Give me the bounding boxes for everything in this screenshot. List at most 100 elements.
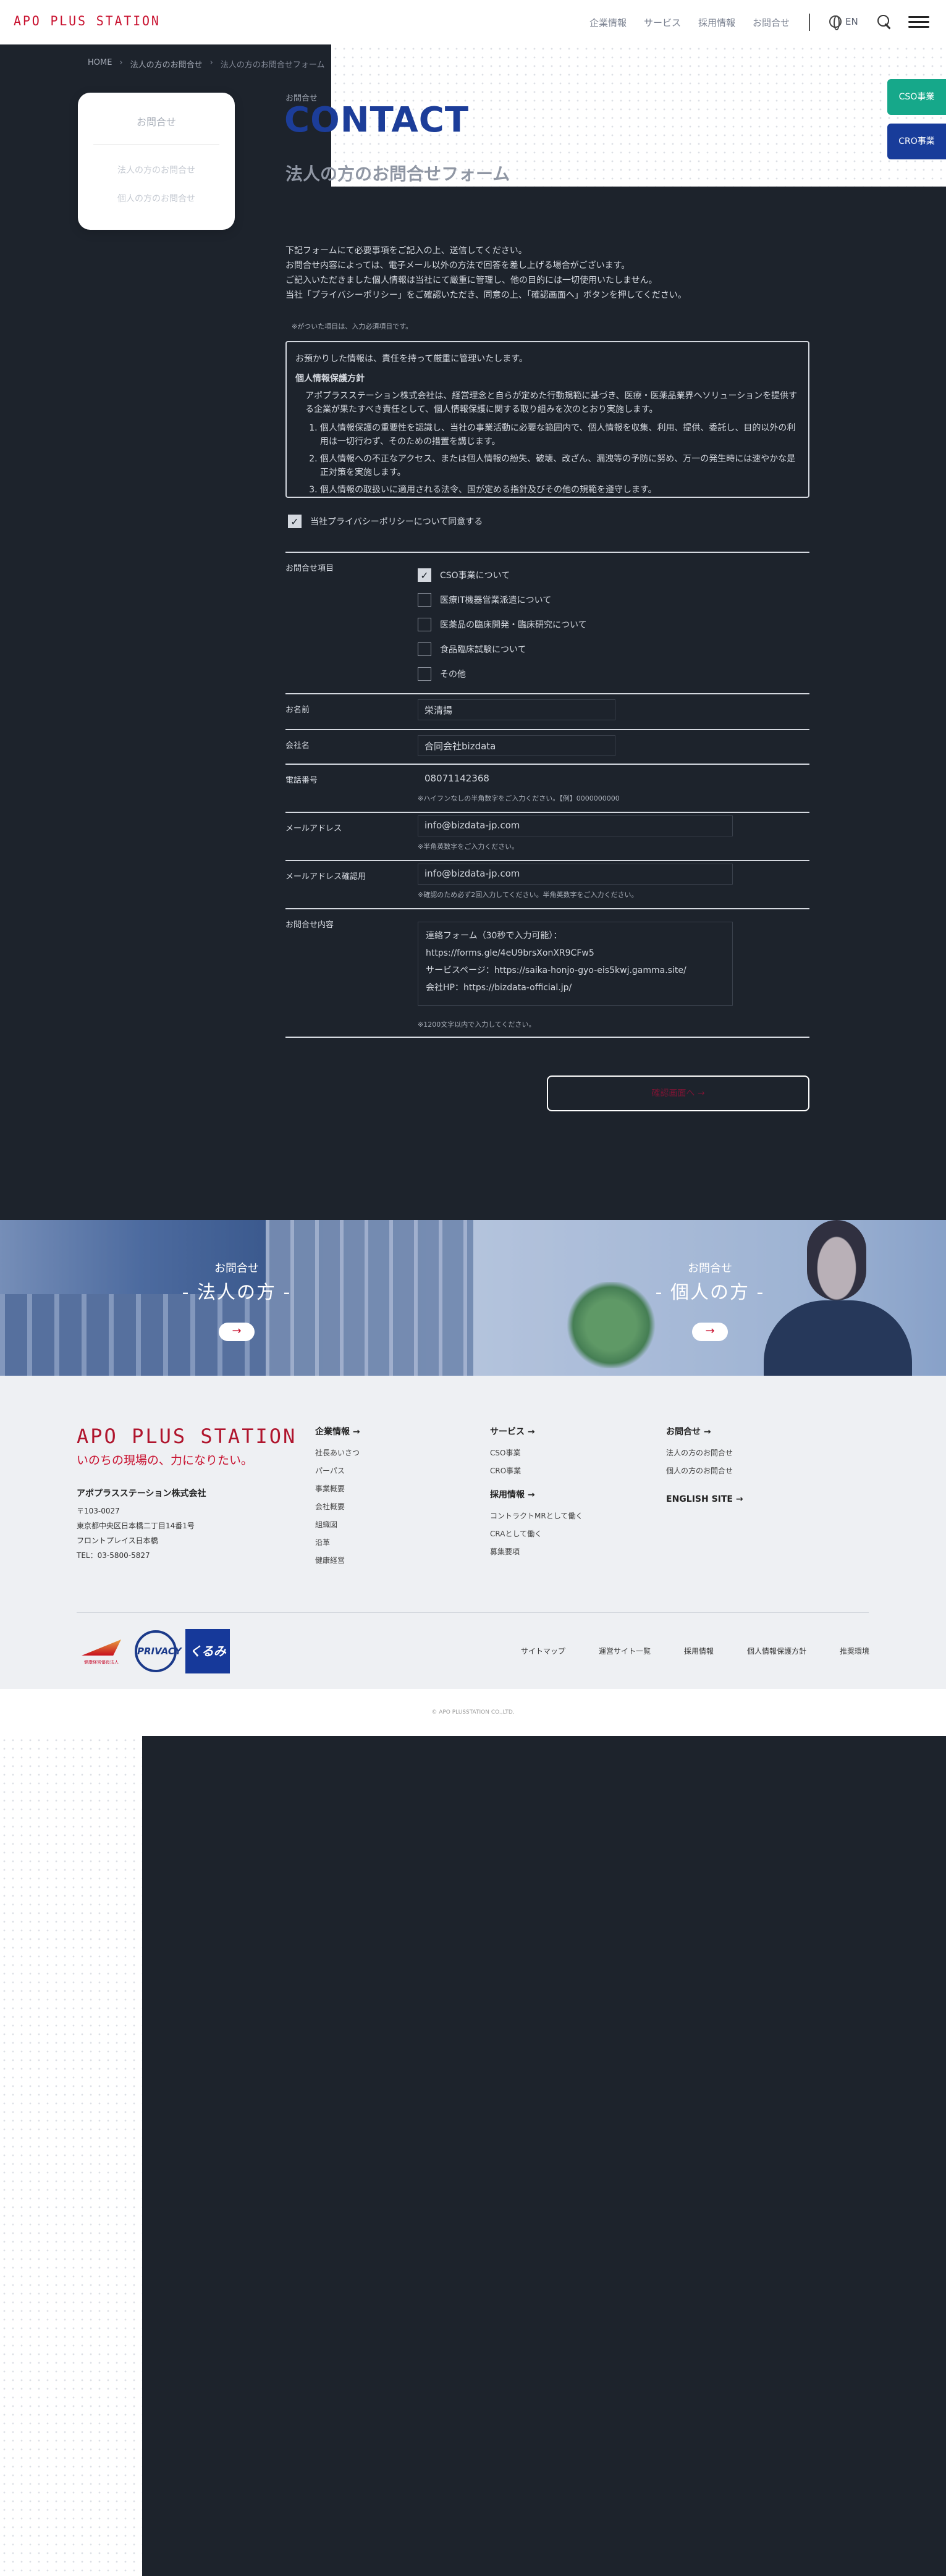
email-confirm-row: メールアドレス確認用 info@bizdata-jp.com ※確認のため必ず2… [285, 860, 809, 907]
banner-sub: お問合せ [688, 1262, 732, 1275]
language-switch[interactable]: EN [829, 15, 858, 30]
email-confirm-input[interactable]: info@bizdata-jp.com [418, 864, 733, 885]
footer-tagline: いのちの現場の、力になりたい。 [77, 1454, 253, 1467]
footer-divider [77, 1612, 869, 1613]
badge-label: 健康経営優良法人 [84, 1660, 119, 1665]
footer-link[interactable]: 事業概要 [315, 1483, 360, 1494]
topic-checkbox[interactable] [418, 593, 431, 607]
crumb-corporate[interactable]: 法人の方のお問合せ [130, 58, 203, 70]
topic-checkbox[interactable]: ✓ [418, 568, 431, 582]
side-nav-title: お問合せ [136, 116, 176, 128]
tel-note: ※ハイフンなしの半角数字をご入力ください。【例】0000000000 [418, 794, 620, 802]
agree-checkbox[interactable]: ✓ [288, 515, 302, 528]
footer-link[interactable]: 法人の方のお問合せ [666, 1447, 743, 1458]
footer-zip: 〒103-0027 [77, 1507, 120, 1515]
company-input[interactable]: 合同会社bizdata [418, 735, 615, 756]
side-nav-individual[interactable]: 個人の方のお問合せ [78, 192, 235, 204]
nav-company[interactable]: 企業情報 [589, 16, 627, 29]
message-line: 連絡フォーム（30秒で入力可能）： [426, 931, 562, 941]
footer-link[interactable]: CSO事業 [490, 1447, 583, 1458]
topic-checkbox[interactable] [418, 667, 431, 681]
email-row: メールアドレス info@bizdata-jp.com ※半角英数字をご入力くだ… [285, 812, 809, 859]
footer-tel: TEL：03-5800-5827 [77, 1551, 150, 1560]
crumb-home[interactable]: HOME [88, 58, 112, 70]
site-logo[interactable]: APO PLUS STATION [14, 14, 161, 28]
policy-list: 個人情報保護の重要性を認識し、当社の事業活動に必要な範囲内で、個人情報を収集、利… [295, 421, 800, 497]
footer-link[interactable]: 組織図 [315, 1519, 360, 1530]
footer-logo[interactable]: APO PLUS STATION [77, 1425, 297, 1448]
footer-heading[interactable]: お問合せ → [666, 1425, 743, 1437]
breadcrumb: HOME › 法人の方のお問合せ › 法人の方のお問合せフォーム [88, 58, 325, 70]
footer-link[interactable]: 募集要項 [490, 1546, 583, 1557]
form-title: 法人の方のお問合せフォーム [285, 164, 510, 184]
email-label: メールアドレス [285, 824, 342, 833]
topic-option-label: CSO事業について [440, 571, 510, 581]
privacy-link[interactable]: 個人情報保護方針 [747, 1646, 806, 1656]
global-nav: 企業情報 サービス 採用情報 お問合せ [589, 16, 790, 29]
required-note: ※がついた項目は、入力必須項目です。 [292, 322, 413, 330]
intro-line: お問合せ内容によっては、電子メール以外の方法で回答を差し上げる場合がございます。 [285, 261, 630, 271]
recruit-link[interactable]: 採用情報 [684, 1646, 714, 1656]
side-nav-corporate[interactable]: 法人の方のお問合せ [78, 164, 235, 176]
footer-link[interactable]: 沿革 [315, 1537, 360, 1547]
footer-link[interactable]: CRO事業 [490, 1465, 583, 1476]
footer-link[interactable]: 健康経営 [315, 1555, 360, 1565]
topic-option[interactable]: ✓ CSO事業について [418, 563, 587, 587]
cro-button[interactable]: CRO事業 [887, 124, 946, 159]
footer-link[interactable]: パーパス [315, 1465, 360, 1476]
email-input[interactable]: info@bizdata-jp.com [418, 815, 733, 836]
message-line: サービスページ：https://saika-honjo-gyo-eis5kwj.… [426, 966, 686, 975]
sitemap-link[interactable]: サイトマップ [521, 1646, 565, 1656]
privacy-policy-box[interactable]: お預かりした情報は、責任を持って厳重に管理いたします。 個人情報保護方針 アポプ… [285, 341, 809, 498]
footer-link[interactable]: 社長あいさつ [315, 1447, 360, 1458]
page-title: CONTACT [284, 100, 470, 140]
name-row: お名前 栄清揚 [285, 693, 809, 729]
policy-item: 個人情報の取扱いに適用される法令、国が定める指針及びその他の規範を遵守します。 [320, 483, 800, 497]
message-label: お問合せ内容 [285, 920, 334, 930]
search-icon[interactable] [876, 14, 892, 31]
footer-link[interactable]: 個人の方のお問合せ [666, 1465, 743, 1476]
menu-icon[interactable] [908, 16, 929, 28]
topic-option[interactable]: 医療IT機器営業派遣について [418, 587, 587, 612]
message-textarea[interactable]: 連絡フォーム（30秒で入力可能）： https://forms.gle/4eU9… [418, 922, 733, 1006]
confirm-button[interactable]: 確認画面へ → [547, 1075, 809, 1111]
banner-title: - 法人の方 - [182, 1282, 292, 1303]
name-label: お名前 [285, 705, 310, 715]
topic-option-label: 医薬品の臨床開発・臨床研究について [440, 620, 587, 630]
arrow-right-icon[interactable]: → [692, 1323, 728, 1341]
name-input[interactable]: 栄清揚 [418, 699, 615, 720]
bottom-dots [0, 1736, 142, 2576]
arrow-right-icon[interactable]: → [219, 1323, 255, 1341]
nav-recruit[interactable]: 採用情報 [698, 16, 735, 29]
topic-option[interactable]: その他 [418, 662, 587, 686]
message-note: ※1200文字以内で入力してください。 [418, 1021, 536, 1029]
english-site-link[interactable]: ENGLISH SITE → [666, 1494, 743, 1504]
topic-option-label: 医療IT機器営業派遣について [440, 596, 552, 605]
footer-link[interactable]: CRAとして働く [490, 1528, 583, 1539]
banner-corporate[interactable]: お問合せ - 法人の方 - → [0, 1220, 473, 1376]
tel-label: 電話番号 [285, 776, 318, 785]
footer-heading[interactable]: 採用情報 → [490, 1488, 583, 1501]
banner-individual[interactable]: お問合せ - 個人の方 - → [473, 1220, 946, 1376]
footer-heading[interactable]: 企業情報 → [315, 1425, 360, 1437]
certification-badges: 健康経営優良法人 PRIVACY くるみん [77, 1629, 230, 1703]
sites-link[interactable]: 運営サイト一覧 [599, 1646, 651, 1656]
topic-checkbox[interactable] [418, 642, 431, 656]
topic-option[interactable]: 医薬品の臨床開発・臨床研究について [418, 612, 587, 637]
topic-checkbox[interactable] [418, 618, 431, 631]
company-row: 会社名 合同会社bizdata [285, 729, 809, 764]
footer-heading[interactable]: サービス → [490, 1425, 583, 1437]
privacy-agree[interactable]: ✓ 当社プライバシーポリシーについて同意する [288, 515, 483, 528]
footer-link[interactable]: コントラクトMRとして働く [490, 1510, 583, 1521]
cso-button[interactable]: CSO事業 [887, 79, 946, 115]
topic-option[interactable]: 食品臨床試験について [418, 637, 587, 662]
footer-link[interactable]: 会社概要 [315, 1501, 360, 1512]
environment-link[interactable]: 推奨環境 [840, 1646, 869, 1656]
tel-input[interactable]: 08071142368 [418, 768, 615, 789]
intro-text: 下記フォームにて必要事項をご記入の上、送信してください。 お問合せ内容によっては… [285, 243, 686, 303]
nav-service[interactable]: サービス [644, 16, 681, 29]
nav-contact[interactable]: お問合せ [753, 16, 790, 29]
topic-option-label: その他 [440, 670, 466, 680]
crumb-current: 法人の方のお問合せフォーム [220, 61, 325, 70]
topic-row: お問合せ項目 ✓ CSO事業について 医療IT機器営業派遣について 医薬品の臨床開… [285, 552, 809, 701]
